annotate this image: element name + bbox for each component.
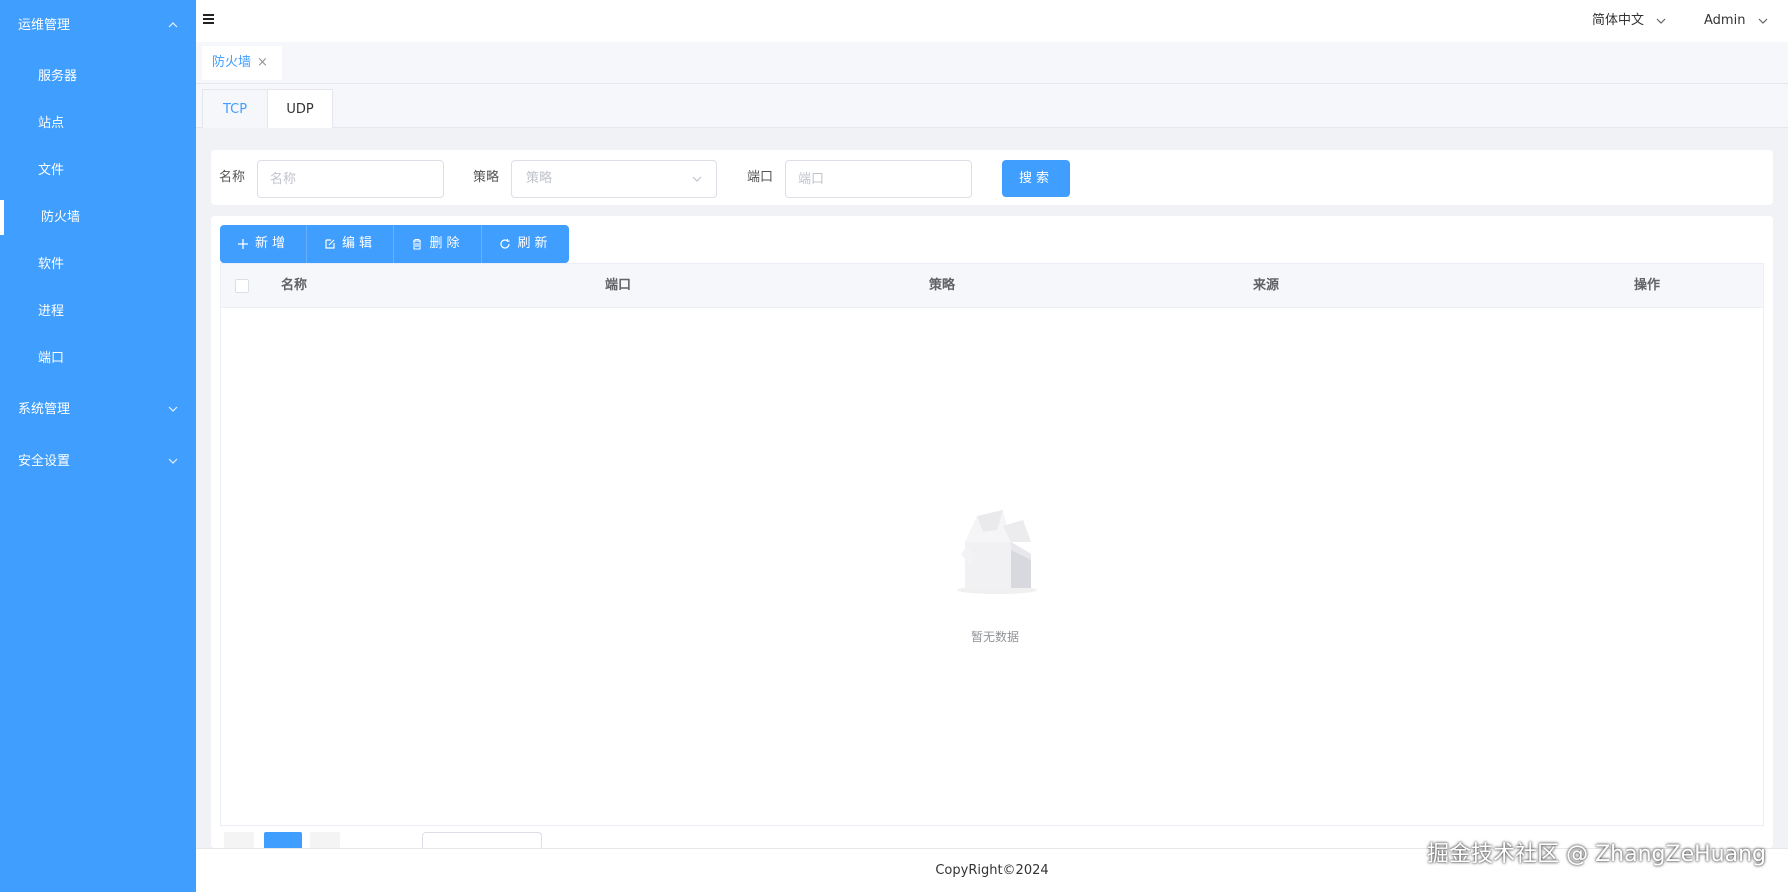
sidebar-item-label: 站点	[38, 116, 65, 131]
menu-group-label: 安全设置	[18, 454, 71, 469]
sidebar-item-firewall[interactable]: 防火墙	[0, 194, 196, 241]
user-menu[interactable]: Admin	[1704, 0, 1768, 42]
sidebar-item-sites[interactable]: 站点	[0, 100, 196, 147]
name-input[interactable]	[257, 160, 444, 198]
pagination-next-button[interactable]	[310, 832, 340, 848]
port-label: 端口	[747, 170, 774, 185]
menu-group-label: 运维管理	[18, 18, 71, 33]
tab-tcp[interactable]: TCP	[202, 89, 268, 128]
language-select[interactable]: 简体中文	[1592, 0, 1666, 42]
watermark-text: 掘金技术社区 @ ZhangZeHuang	[1427, 842, 1766, 867]
sidebar-item-label: 软件	[38, 257, 65, 272]
pagination	[220, 832, 820, 848]
firewall-table: 名称 端口 策略 来源 操作 暂无数据	[220, 263, 1764, 826]
refresh-icon	[499, 238, 511, 250]
menu-group-system[interactable]: 系统管理	[0, 385, 196, 435]
port-input[interactable]	[785, 160, 972, 198]
sidebar-item-label: 服务器	[38, 69, 78, 84]
plus-icon	[237, 238, 249, 250]
sidebar-item-processes[interactable]: 进程	[0, 288, 196, 335]
username-label: Admin	[1704, 13, 1746, 28]
search-button[interactable]: 搜索	[1002, 160, 1070, 197]
table-header: 名称 端口 策略 来源 操作	[221, 264, 1763, 308]
menu-group-ops[interactable]: 运维管理	[0, 1, 196, 51]
trash-icon	[411, 238, 423, 250]
column-header-source[interactable]: 来源	[1253, 264, 1279, 308]
refresh-button[interactable]: 刷新	[482, 225, 569, 263]
sidebar-item-software[interactable]: 软件	[0, 241, 196, 288]
sidebar-item-files[interactable]: 文件	[0, 147, 196, 194]
sidebar-item-label: 文件	[38, 163, 65, 178]
column-header-port[interactable]: 端口	[605, 264, 631, 308]
top-header: 简体中文 Admin	[196, 0, 1788, 42]
table-card: 新增 编辑 删除 刷新 名称 端口 策略 来源 操作 暂无数据	[211, 216, 1773, 848]
page-size-select[interactable]	[422, 832, 542, 848]
refresh-button-label: 刷新	[517, 236, 552, 251]
table-toolbar: 新增 编辑 删除 刷新	[220, 225, 569, 263]
column-header-actions: 操作	[1634, 278, 1661, 293]
tag-firewall[interactable]: 防火墙 ×	[202, 46, 282, 80]
name-label: 名称	[219, 170, 246, 185]
add-button[interactable]: 新增	[220, 225, 307, 263]
delete-button-label: 删除	[429, 236, 464, 251]
tag-label: 防火墙	[212, 55, 252, 70]
sidebar-item-servers[interactable]: 服务器	[0, 53, 196, 100]
close-icon[interactable]: ×	[257, 55, 268, 70]
tags-view: 防火墙 ×	[196, 42, 1788, 84]
menu-group-label: 系统管理	[18, 402, 71, 417]
column-header-name[interactable]: 名称	[281, 264, 307, 308]
edit-button-label: 编辑	[341, 236, 376, 251]
sidebar: 运维管理 服务器 站点 文件 防火墙 软件 进程 端口 系统管理 安全设置	[0, 0, 196, 892]
pagination-prev-button[interactable]	[224, 832, 254, 848]
chevron-down-icon	[692, 174, 702, 184]
protocol-tabs: TCP UDP	[196, 84, 1788, 128]
policy-label: 策略	[473, 170, 500, 185]
menu-toggle-icon[interactable]	[203, 14, 215, 26]
copyright-text: CopyRight©2024	[935, 863, 1049, 878]
sidebar-item-ports[interactable]: 端口	[0, 335, 196, 382]
language-label: 简体中文	[1592, 13, 1645, 28]
sidebar-item-label: 端口	[38, 351, 65, 366]
menu-group-security[interactable]: 安全设置	[0, 437, 196, 487]
edit-icon	[324, 238, 336, 250]
column-header-policy[interactable]: 策略	[929, 264, 955, 308]
empty-state-text: 暂无数据	[970, 630, 1019, 644]
chevron-down-icon	[168, 437, 178, 487]
pagination-current-page[interactable]	[264, 832, 302, 848]
chevron-down-icon	[1656, 16, 1666, 26]
policy-placeholder: 策略	[526, 171, 553, 186]
edit-button[interactable]: 编辑	[307, 225, 394, 263]
chevron-down-icon	[168, 385, 178, 435]
tab-udp[interactable]: UDP	[267, 89, 333, 128]
policy-select[interactable]: 策略	[511, 160, 717, 198]
search-form: 名称 策略 策略 端口 搜索	[211, 150, 1773, 205]
delete-button[interactable]: 删除	[394, 225, 482, 263]
chevron-down-icon	[1758, 16, 1768, 26]
add-button-label: 新增	[254, 236, 289, 251]
sidebar-item-label: 进程	[38, 304, 65, 319]
sidebar-item-label: 防火墙	[41, 210, 81, 225]
empty-box-icon	[957, 510, 1037, 594]
chevron-up-icon	[168, 1, 178, 51]
select-all-checkbox[interactable]	[235, 279, 249, 293]
